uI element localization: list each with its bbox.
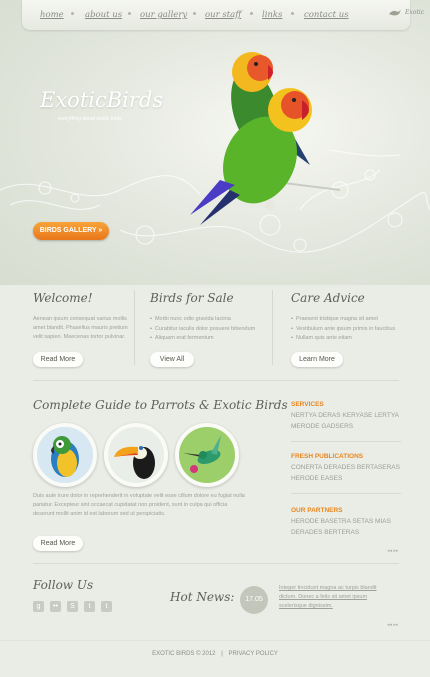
nav-bird-text: Exotic [405,9,425,16]
welcome-title: Welcome! [33,291,93,305]
birds-for-sale-title: Birds for Sale [150,291,234,305]
sidebar-pager-arrows[interactable]: ◂◂ ▸▸ [387,548,398,554]
nav-gallery-link[interactable]: our gallery [140,10,187,20]
macaw-thumbnail[interactable] [33,423,97,487]
services-link[interactable]: NERTYA DERAS KERYASE LERTYA [291,412,399,419]
fresh-publications-heading: FRESH PUBLICATIONS [291,453,364,460]
hot-news-title: Hot News: [170,590,235,604]
news-pager-arrows[interactable]: ◂◂ ▸▸ [387,622,398,628]
nav-home-link[interactable]: home [40,10,64,20]
flickr-icon[interactable]: •• [50,601,61,612]
tumblr-icon[interactable]: t [101,601,112,612]
section-divider [33,563,399,564]
bird-logo-icon [389,10,401,16]
google-icon[interactable]: g [33,601,44,612]
list-item[interactable]: Curabitur iaculis dolor posuere bibendum [150,325,255,335]
nav-separator [71,12,74,15]
publication-link[interactable]: CONERTA DERADES BERTASERAS [291,464,400,471]
nav-about-link[interactable]: about us [85,10,122,20]
birds-for-sale-list: Morbi nunc odio gravida lacinia Curabitu… [150,315,255,344]
follow-us-title: Follow Us [33,578,94,592]
publication-link[interactable]: HERODE EASES [291,475,342,482]
hummingbird-thumbnail[interactable] [175,423,239,487]
list-item[interactable]: Vestibulum ante ipsum primis in faucibus [291,325,395,335]
toucan-thumbnail[interactable] [104,423,168,487]
sidebar-divider [291,441,401,442]
nav-separator [128,12,131,15]
nav-separator [250,12,253,15]
footer-divider [0,640,430,641]
welcome-text: Aenean ipsum consequat varius mollis ame… [33,316,128,340]
news-text-link[interactable]: Integer tincidunt magna ac turpis blandi… [279,584,379,611]
sidebar-divider [291,493,401,494]
list-item[interactable]: Aliquam erat fermentum [150,334,255,344]
footer-copyright: EXOTIC BIRDS © 2012 [152,651,216,657]
care-advice-title: Care Advice [291,291,365,305]
nav-separator [193,12,196,15]
services-link[interactable]: MERODE GADSERS [291,423,353,430]
partner-link[interactable]: DERADES BERTERAS [291,529,359,536]
footer: EXOTIC BIRDS © 2012 | PRIVACY POLICY [0,651,430,657]
our-partners-heading: OUR PARTNERS [291,507,343,514]
welcome-read-more-button[interactable]: Read More [33,352,83,367]
guide-read-more-button[interactable]: Read More [33,536,83,551]
column-divider [134,290,135,365]
section-divider [33,380,399,381]
nav-staff-link[interactable]: our staff [205,10,241,20]
guide-text: Duis aute irure dolor in reprehenderit i… [33,493,245,517]
services-heading: SERVICES [291,401,324,408]
site-tagline: everything about exotic birds [58,116,122,122]
privacy-policy-link[interactable]: PRIVACY POLICY [228,651,277,657]
skype-icon[interactable]: S [67,601,78,612]
column-divider [272,290,273,365]
view-all-button[interactable]: View All [150,352,194,367]
guide-title: Complete Guide to Parrots & Exotic Birds [33,398,288,412]
list-item[interactable]: Praesent tristique magna sit amet [291,315,395,325]
learn-more-button[interactable]: Learn More [291,352,343,367]
list-item[interactable]: Morbi nunc odio gravida lacinia [150,315,255,325]
nav-contact-link[interactable]: contact us [304,10,349,20]
list-item[interactable]: Nullam quis ante etiam [291,334,395,344]
nav-links-link[interactable]: links [262,10,282,20]
footer-separator: | [221,651,223,657]
parrots-image [190,52,340,225]
twitter-icon[interactable]: t [84,601,95,612]
nav-separator [291,12,294,15]
news-date-badge: 17.05 [240,586,268,614]
site-logo[interactable]: ExoticBirds [40,88,163,112]
partner-link[interactable]: HERODE BASETRA SETAS MIAS [291,518,391,525]
care-advice-list: Praesent tristique magna sit amet Vestib… [291,315,395,344]
birds-gallery-button[interactable]: BIRDS GALLERY » [33,222,109,240]
top-navigation: home about us our gallery our staff link… [22,0,424,30]
